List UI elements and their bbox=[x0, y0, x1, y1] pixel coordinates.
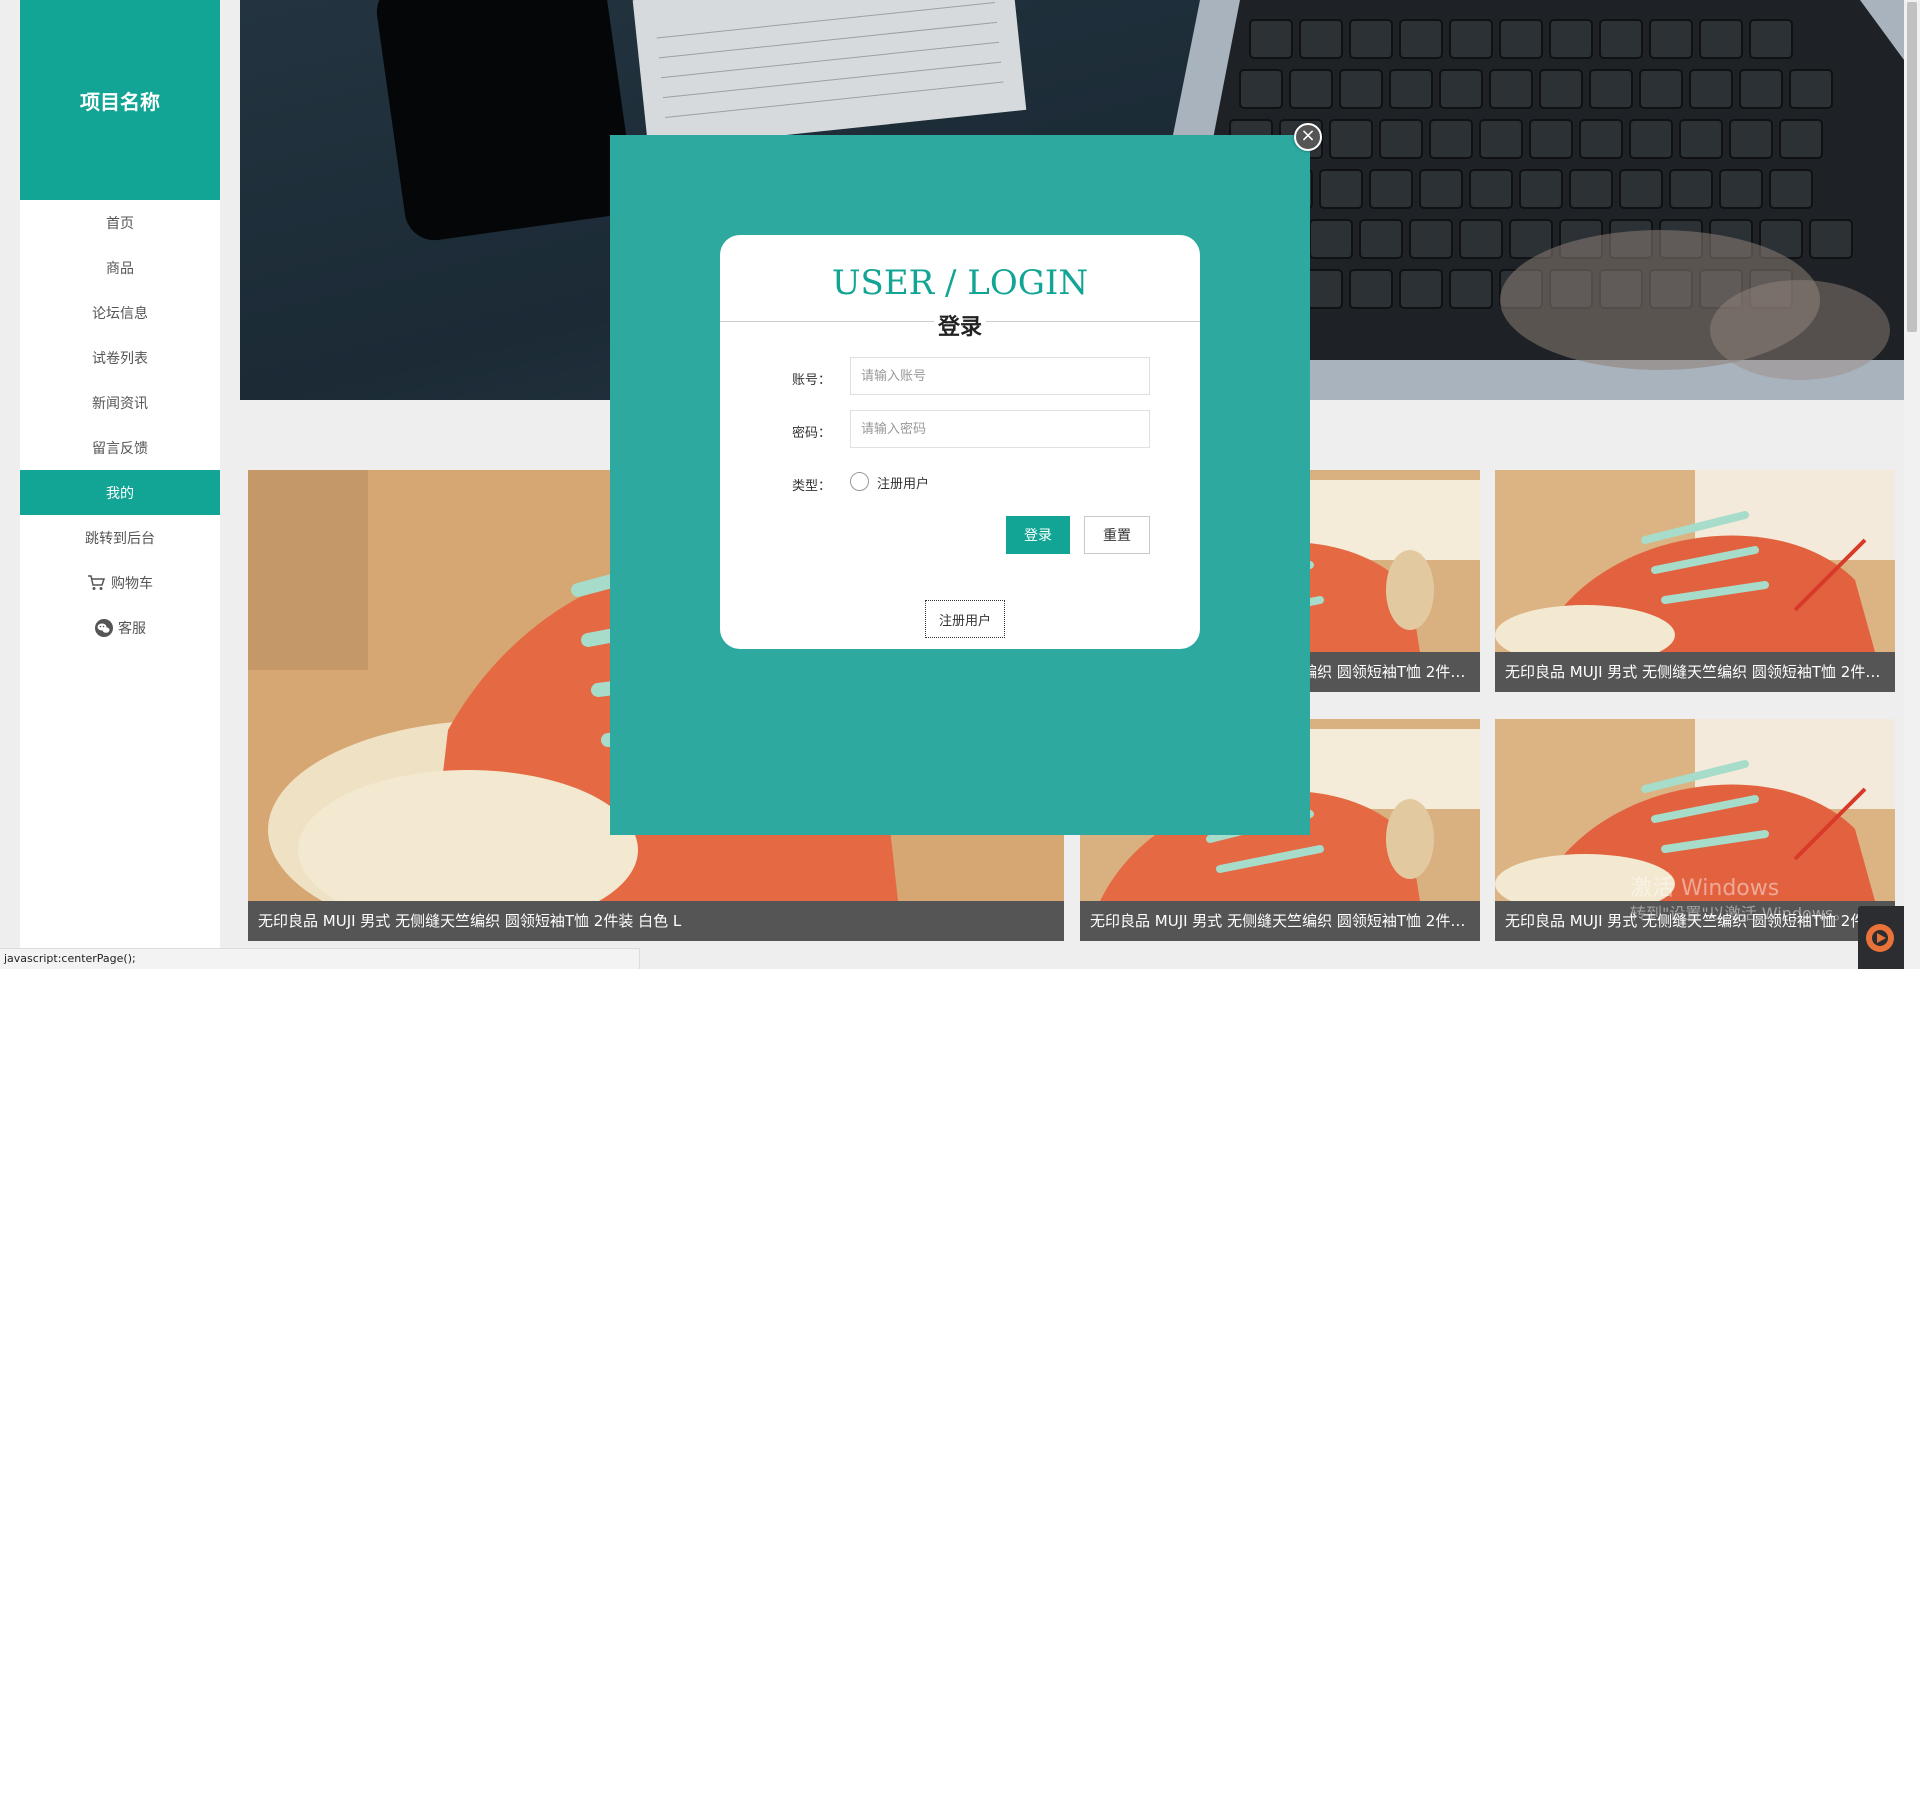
windows-watermark-title: 激活 Windows bbox=[1630, 876, 1780, 901]
sidebar-item-mine[interactable]: 我的 bbox=[20, 470, 220, 515]
login-modal: USER / LOGIN 登录 账号： 密码： 类型： 注册用户 登录 重置 注… bbox=[610, 135, 1310, 835]
product-caption: 无印良品 MUJI 男式 无侧缝天竺编织 圆领短袖T恤 2件装 白色 L bbox=[1495, 652, 1895, 692]
sidebar-item-forum[interactable]: 论坛信息 bbox=[20, 290, 220, 335]
scrollbar[interactable] bbox=[1904, 0, 1920, 969]
login-title: USER / LOGIN bbox=[831, 263, 1089, 303]
sidebar-item-admin[interactable]: 跳转到后台 bbox=[20, 515, 220, 560]
sidebar: 项目名称 首页 商品 论坛信息 试卷列表 新闻资讯 留言反馈 我的 跳转到后台 … bbox=[20, 0, 220, 969]
browser-status-bar: javascript:centerPage(); bbox=[0, 948, 640, 969]
brand-header: 项目名称 bbox=[20, 0, 220, 200]
reset-button[interactable]: 重置 bbox=[1084, 516, 1150, 554]
media-gear-icon bbox=[1866, 924, 1894, 952]
sidebar-item-goods[interactable]: 商品 bbox=[20, 245, 220, 290]
login-subtitle: 登录 bbox=[720, 309, 1200, 341]
sidebar-item-label: 留言反馈 bbox=[92, 440, 148, 457]
password-input[interactable] bbox=[850, 410, 1150, 448]
sidebar-item-label: 我的 bbox=[106, 485, 134, 502]
sidebar-item-home[interactable]: 首页 bbox=[20, 200, 220, 245]
sidebar-item-feedback[interactable]: 留言反馈 bbox=[20, 425, 220, 470]
login-subtitle-text: 登录 bbox=[933, 315, 986, 340]
sidebar-item-label: 试卷列表 bbox=[92, 350, 148, 367]
sidebar-item-news[interactable]: 新闻资讯 bbox=[20, 380, 220, 425]
project-name: 项目名称 bbox=[80, 89, 160, 114]
login-button[interactable]: 登录 bbox=[1006, 516, 1070, 554]
close-icon[interactable]: × bbox=[1294, 123, 1322, 151]
sidebar-item-label: 客服 bbox=[118, 620, 146, 637]
sidebar-item-label: 购物车 bbox=[111, 575, 153, 592]
windows-watermark-hint: 转到"设置"以激活 Windows。 bbox=[1630, 904, 1850, 923]
account-label: 账号： bbox=[792, 373, 832, 388]
scrollbar-thumb[interactable] bbox=[1907, 2, 1917, 332]
sidebar-item-label: 新闻资讯 bbox=[92, 395, 148, 412]
sidebar-item-label: 首页 bbox=[106, 215, 134, 232]
sidebar-item-label: 跳转到后台 bbox=[85, 530, 155, 547]
wechat-icon bbox=[95, 618, 113, 637]
browser-viewport: 项目名称 首页 商品 论坛信息 试卷列表 新闻资讯 留言反馈 我的 跳转到后台 … bbox=[0, 0, 1920, 969]
user-type-option-label[interactable]: 注册用户 bbox=[877, 473, 929, 492]
password-label: 密码： bbox=[792, 426, 832, 441]
type-label: 类型： bbox=[792, 479, 832, 494]
sidebar-item-exams[interactable]: 试卷列表 bbox=[20, 335, 220, 380]
sidebar-item-label: 论坛信息 bbox=[92, 305, 148, 322]
floating-tool-button[interactable] bbox=[1858, 906, 1904, 969]
product-caption: 无印良品 MUJI 男式 无侧缝天竺编织 圆领短袖T恤 2件装 白色 L bbox=[248, 901, 1064, 941]
cart-icon bbox=[88, 574, 106, 590]
register-button[interactable]: 注册用户 bbox=[925, 600, 1005, 638]
product-card[interactable]: 无印良品 MUJI 男式 无侧缝天竺编织 圆领短袖T恤 2件装 白色 L bbox=[1495, 470, 1895, 692]
product-image bbox=[1495, 470, 1895, 652]
sidebar-item-cart[interactable]: 购物车 bbox=[20, 560, 220, 605]
login-card: USER / LOGIN 登录 账号： 密码： 类型： 注册用户 登录 重置 注… bbox=[720, 235, 1200, 649]
account-input[interactable] bbox=[850, 357, 1150, 395]
user-type-radio[interactable] bbox=[850, 472, 869, 491]
sidebar-item-label: 商品 bbox=[106, 260, 134, 277]
sidebar-item-service[interactable]: 客服 bbox=[20, 605, 220, 650]
product-caption: 无印良品 MUJI 男式 无侧缝天竺编织 圆领短袖T恤 2件装 白色 L bbox=[1080, 901, 1480, 941]
